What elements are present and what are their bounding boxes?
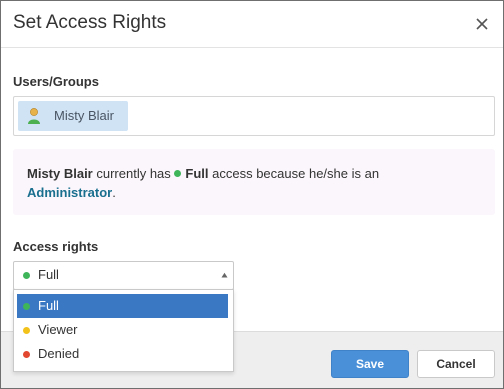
access-info-line-1: Misty Blair currently has Full access be… [27,166,379,181]
access-rights-label: Access rights [13,239,99,254]
save-button[interactable]: Save [331,350,409,378]
chevron-up-icon [221,272,228,278]
selected-status-dot [23,272,30,279]
user-chip[interactable]: Misty Blair [18,101,128,131]
access-info-message: Misty Blair currently has Full access be… [13,149,495,215]
viewer-dot [23,327,30,334]
access-rights-dropdown: Full Viewer Denied [13,289,234,372]
close-icon [476,18,488,30]
user-icon [28,108,40,124]
info-access-level: Full [185,166,209,181]
dialog-header: Set Access Rights [1,1,503,48]
full-dot [23,303,30,310]
users-groups-label: Users/Groups [13,74,99,89]
cancel-button[interactable]: Cancel [417,350,495,378]
users-groups-field[interactable]: Misty Blair [13,96,495,136]
selected-value: Full [38,267,59,282]
full-status-dot [174,170,182,177]
option-viewer[interactable]: Viewer [17,318,228,342]
option-full[interactable]: Full [17,294,228,318]
access-rights-dialog: Set Access Rights Users/Groups Misty Bla… [0,0,504,389]
info-user-name: Misty Blair [27,166,93,181]
dialog-title: Set Access Rights [13,12,167,33]
option-denied[interactable]: Denied [17,342,228,366]
info-text-1: currently has [92,166,175,181]
info-text-2: access because he/she is an [208,166,380,181]
close-button[interactable] [471,13,493,35]
option-label: Denied [38,346,80,361]
info-text-3: . [112,185,116,200]
access-info-line-2: Administrator. [27,185,116,200]
option-label: Full [38,298,59,313]
user-name: Misty Blair [54,108,114,123]
denied-dot [23,351,30,358]
option-label: Viewer [38,322,78,337]
administrator-link[interactable]: Administrator [27,185,112,200]
access-rights-select[interactable]: Full [13,261,234,290]
